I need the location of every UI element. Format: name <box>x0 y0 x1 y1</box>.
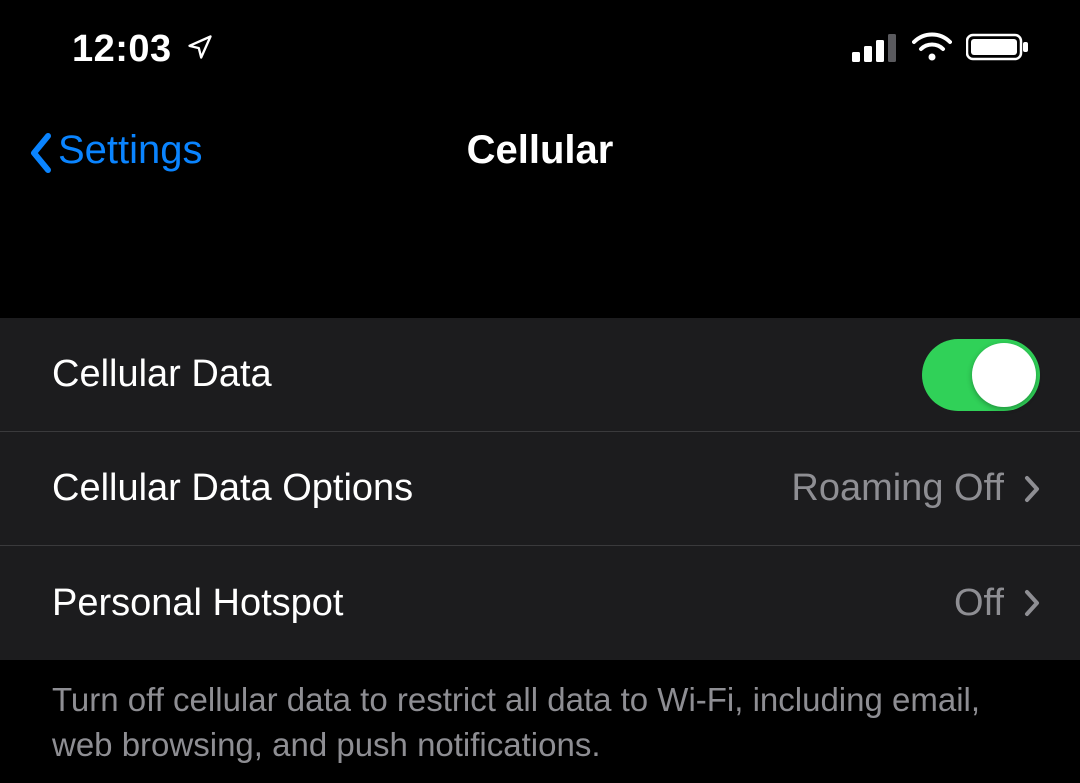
status-bar: 12:03 <box>0 0 1080 90</box>
row-label: Cellular Data Options <box>52 467 413 510</box>
cellular-data-toggle[interactable] <box>922 339 1040 411</box>
row-right: Off <box>954 582 1040 625</box>
chevron-left-icon <box>30 132 52 168</box>
row-label: Cellular Data <box>52 353 272 396</box>
settings-list: Cellular Data Cellular Data Options Roam… <box>0 318 1080 660</box>
chevron-right-icon <box>1024 589 1040 617</box>
back-label: Settings <box>58 128 203 173</box>
status-left: 12:03 <box>72 28 214 71</box>
wifi-icon <box>912 32 952 67</box>
section-spacer <box>0 210 1080 318</box>
back-button[interactable]: Settings <box>30 128 203 173</box>
row-value: Roaming Off <box>791 467 1004 510</box>
page-title: Cellular <box>467 128 614 173</box>
row-right: Roaming Off <box>791 467 1040 510</box>
section-footer: Turn off cellular data to restrict all d… <box>0 660 1080 767</box>
location-icon <box>186 33 214 66</box>
row-label: Personal Hotspot <box>52 582 344 625</box>
nav-bar: Settings Cellular <box>0 90 1080 210</box>
chevron-right-icon <box>1024 475 1040 503</box>
row-value: Off <box>954 582 1004 625</box>
battery-icon <box>966 32 1030 67</box>
toggle-knob <box>972 343 1036 407</box>
cellular-signal-icon <box>852 32 898 67</box>
status-time: 12:03 <box>72 28 172 71</box>
row-cellular-data[interactable]: Cellular Data <box>0 318 1080 432</box>
status-right <box>852 32 1030 67</box>
row-personal-hotspot[interactable]: Personal Hotspot Off <box>0 546 1080 660</box>
row-cellular-data-options[interactable]: Cellular Data Options Roaming Off <box>0 432 1080 546</box>
